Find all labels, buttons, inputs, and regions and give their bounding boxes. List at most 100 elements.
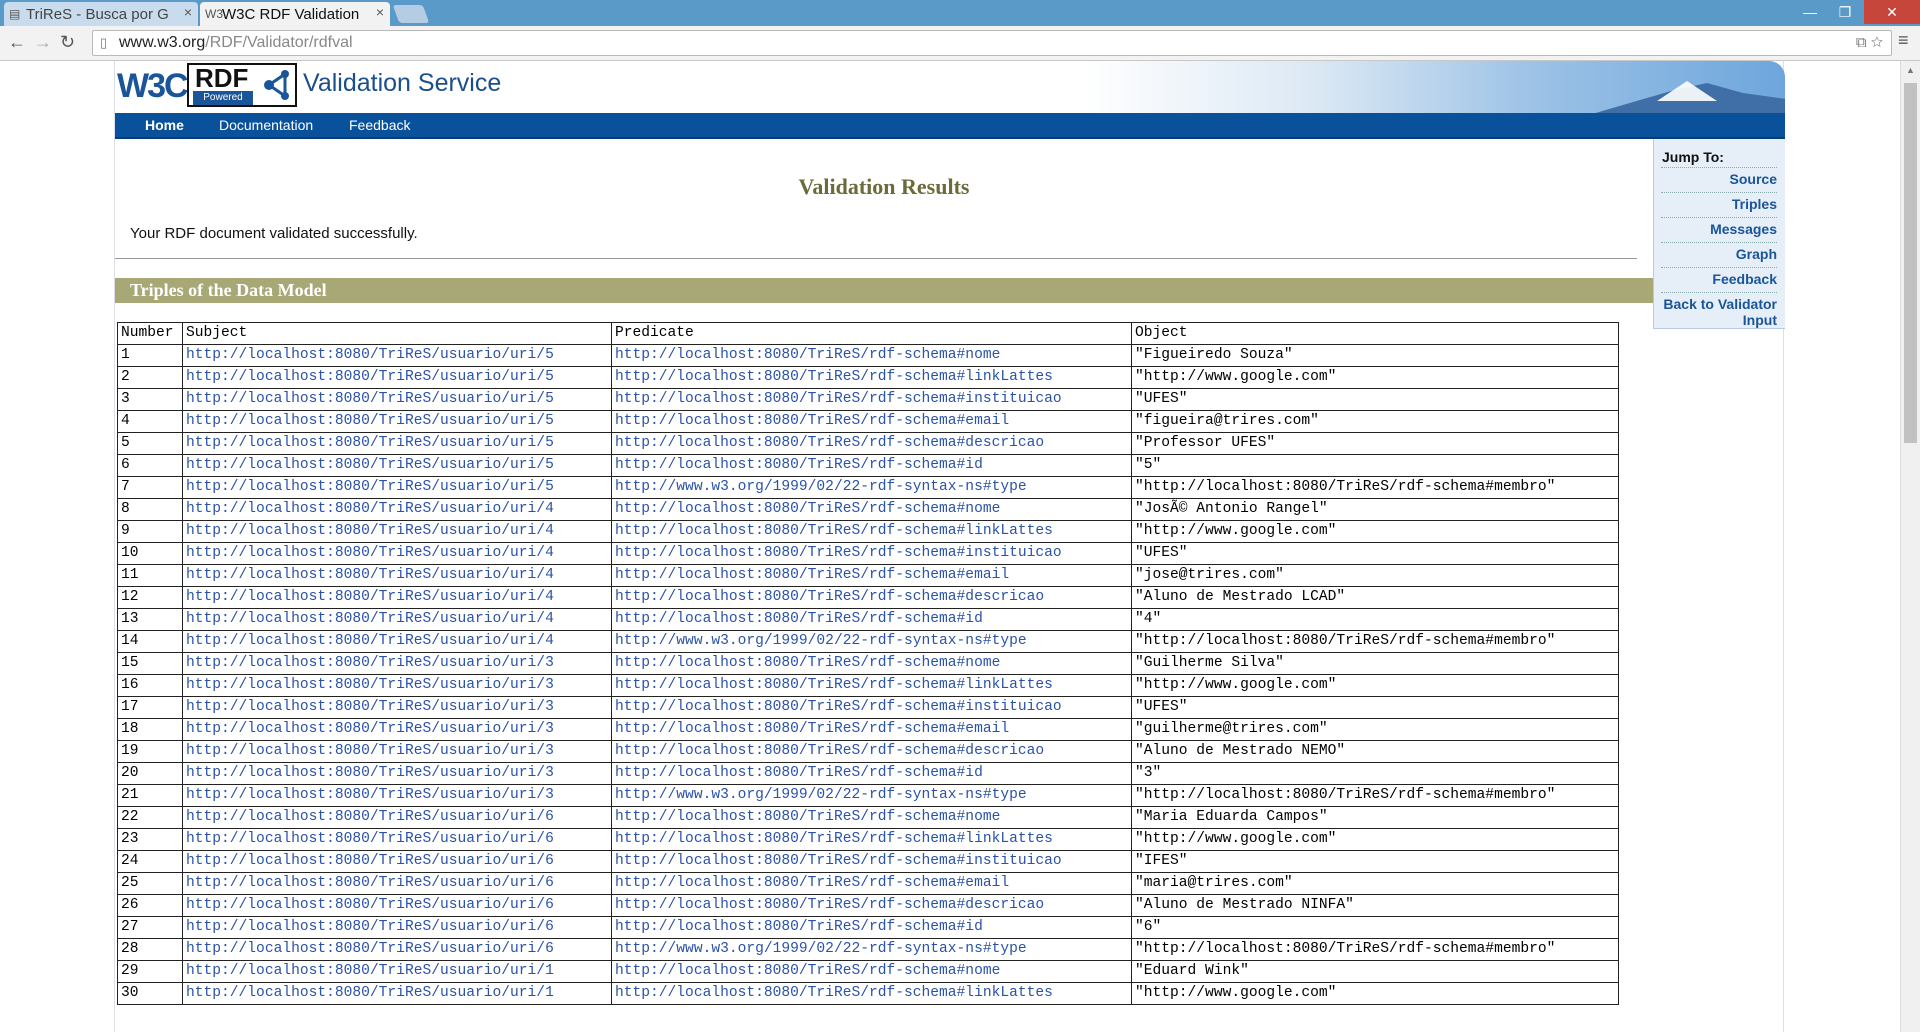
subject-link[interactable]: http://localhost:8080/TriReS/usuario/uri…: [186, 391, 554, 407]
predicate-link[interactable]: http://localhost:8080/TriReS/rdf-schema#…: [615, 435, 1044, 451]
predicate-link[interactable]: http://localhost:8080/TriReS/rdf-schema#…: [615, 501, 1000, 517]
subject-link[interactable]: http://localhost:8080/TriReS/usuario/uri…: [186, 523, 554, 539]
bookmark-star-icon[interactable]: ☆: [1871, 34, 1883, 51]
subject-link[interactable]: http://localhost:8080/TriReS/usuario/uri…: [186, 655, 554, 671]
subject-link[interactable]: http://localhost:8080/TriReS/usuario/uri…: [186, 347, 554, 363]
predicate-link[interactable]: http://www.w3.org/1999/02/22-rdf-syntax-…: [615, 633, 1027, 649]
predicate-link[interactable]: http://localhost:8080/TriReS/rdf-schema#…: [615, 347, 1000, 363]
subject-link[interactable]: http://localhost:8080/TriReS/usuario/uri…: [186, 567, 554, 583]
predicate-link[interactable]: http://localhost:8080/TriReS/rdf-schema#…: [615, 391, 1062, 407]
predicate-link[interactable]: http://localhost:8080/TriReS/rdf-schema#…: [615, 765, 983, 781]
predicate-link[interactable]: http://localhost:8080/TriReS/rdf-schema#…: [615, 809, 1000, 825]
subject-link[interactable]: http://localhost:8080/TriReS/usuario/uri…: [186, 809, 554, 825]
jump-triples-link[interactable]: Triples: [1661, 192, 1777, 212]
predicate-link[interactable]: http://www.w3.org/1999/02/22-rdf-syntax-…: [615, 479, 1027, 495]
subject-link[interactable]: http://localhost:8080/TriReS/usuario/uri…: [186, 875, 554, 891]
predicate-link[interactable]: http://localhost:8080/TriReS/rdf-schema#…: [615, 919, 983, 935]
cell-predicate: http://localhost:8080/TriReS/rdf-schema#…: [611, 498, 1132, 521]
predicate-link[interactable]: http://localhost:8080/TriReS/rdf-schema#…: [615, 567, 1009, 583]
subject-link[interactable]: http://localhost:8080/TriReS/usuario/uri…: [186, 963, 554, 979]
jump-feedback-link[interactable]: Feedback: [1661, 267, 1777, 287]
browser-tab-trires[interactable]: ▤ TriReS - Busca por G ×: [4, 2, 198, 26]
cell-object: "figueira@trires.com": [1131, 410, 1619, 433]
new-tab-button[interactable]: [392, 5, 430, 23]
subject-link[interactable]: http://localhost:8080/TriReS/usuario/uri…: [186, 457, 554, 473]
address-bar[interactable]: ▯ www.w3.org/RDF/Validator/rdfval ⧉ ☆: [92, 30, 1892, 56]
nav-documentation-link[interactable]: Documentation: [219, 117, 313, 133]
reload-icon[interactable]: ↻: [60, 32, 75, 53]
subject-link[interactable]: http://localhost:8080/TriReS/usuario/uri…: [186, 919, 554, 935]
cell-object: "Maria Eduarda Campos": [1131, 806, 1619, 829]
subject-link[interactable]: http://localhost:8080/TriReS/usuario/uri…: [186, 831, 554, 847]
subject-link[interactable]: http://localhost:8080/TriReS/usuario/uri…: [186, 743, 554, 759]
table-row: 22 http://localhost:8080/TriReS/usuario/u…: [117, 806, 1619, 829]
w3c-logo[interactable]: W3C: [117, 67, 189, 106]
rdf-powered-logo[interactable]: RDF Powered: [187, 63, 297, 107]
predicate-link[interactable]: http://localhost:8080/TriReS/rdf-schema#…: [615, 699, 1062, 715]
predicate-link[interactable]: http://localhost:8080/TriReS/rdf-schema#…: [615, 523, 1053, 539]
predicate-link[interactable]: http://localhost:8080/TriReS/rdf-schema#…: [615, 963, 1000, 979]
subject-link[interactable]: http://localhost:8080/TriReS/usuario/uri…: [186, 589, 554, 605]
subject-link[interactable]: http://localhost:8080/TriReS/usuario/uri…: [186, 699, 554, 715]
predicate-link[interactable]: http://localhost:8080/TriReS/rdf-schema#…: [615, 369, 1053, 385]
subject-link[interactable]: http://localhost:8080/TriReS/usuario/uri…: [186, 853, 554, 869]
predicate-link[interactable]: http://localhost:8080/TriReS/rdf-schema#…: [615, 545, 1062, 561]
cell-predicate: http://localhost:8080/TriReS/rdf-schema#…: [611, 454, 1132, 477]
predicate-link[interactable]: http://localhost:8080/TriReS/rdf-schema#…: [615, 611, 983, 627]
scrollbar-thumb[interactable]: [1904, 83, 1917, 443]
browser-tab-w3c[interactable]: W3 W3C RDF Validation ×: [200, 2, 390, 26]
predicate-link[interactable]: http://localhost:8080/TriReS/rdf-schema#…: [615, 875, 1009, 891]
jump-source-link[interactable]: Source: [1661, 167, 1777, 187]
translate-icon[interactable]: ⧉: [1856, 34, 1867, 51]
maximize-icon[interactable]: ❐: [1823, 0, 1867, 24]
subject-link[interactable]: http://localhost:8080/TriReS/usuario/uri…: [186, 765, 554, 781]
subject-link[interactable]: http://localhost:8080/TriReS/usuario/uri…: [186, 787, 554, 803]
subject-link[interactable]: http://localhost:8080/TriReS/usuario/uri…: [186, 501, 554, 517]
cell-subject: http://localhost:8080/TriReS/usuario/uri…: [182, 630, 612, 653]
scroll-up-arrow-icon[interactable]: ▲: [1906, 65, 1915, 75]
back-arrow-icon[interactable]: ←: [8, 32, 26, 53]
close-tab-icon[interactable]: ×: [184, 4, 192, 20]
predicate-link[interactable]: http://localhost:8080/TriReS/rdf-schema#…: [615, 721, 1009, 737]
nav-feedback-link[interactable]: Feedback: [349, 117, 410, 133]
predicate-link[interactable]: http://localhost:8080/TriReS/rdf-schema#…: [615, 457, 983, 473]
subject-link[interactable]: http://localhost:8080/TriReS/usuario/uri…: [186, 985, 554, 1001]
subject-link[interactable]: http://localhost:8080/TriReS/usuario/uri…: [186, 479, 554, 495]
predicate-link[interactable]: http://www.w3.org/1999/02/22-rdf-syntax-…: [615, 941, 1027, 957]
predicate-link[interactable]: http://localhost:8080/TriReS/rdf-schema#…: [615, 677, 1053, 693]
predicate-link[interactable]: http://localhost:8080/TriReS/rdf-schema#…: [615, 743, 1044, 759]
predicate-link[interactable]: http://www.w3.org/1999/02/22-rdf-syntax-…: [615, 787, 1027, 803]
nav-home-link[interactable]: Home: [145, 117, 184, 133]
window-close-icon[interactable]: ✕: [1864, 0, 1920, 24]
predicate-link[interactable]: http://localhost:8080/TriReS/rdf-schema#…: [615, 853, 1062, 869]
subject-link[interactable]: http://localhost:8080/TriReS/usuario/uri…: [186, 369, 554, 385]
subject-link[interactable]: http://localhost:8080/TriReS/usuario/uri…: [186, 413, 554, 429]
tab-label: W3C RDF Validation: [222, 5, 360, 23]
jump-graph-link[interactable]: Graph: [1661, 242, 1777, 262]
vertical-scrollbar[interactable]: ▲: [1900, 61, 1920, 1032]
menu-icon[interactable]: ≡: [1898, 30, 1909, 51]
subject-link[interactable]: http://localhost:8080/TriReS/usuario/uri…: [186, 545, 554, 561]
subject-link[interactable]: http://localhost:8080/TriReS/usuario/uri…: [186, 633, 554, 649]
forward-arrow-icon[interactable]: →: [34, 32, 52, 53]
predicate-link[interactable]: http://localhost:8080/TriReS/rdf-schema#…: [615, 413, 1009, 429]
subject-link[interactable]: http://localhost:8080/TriReS/usuario/uri…: [186, 941, 554, 957]
jump-messages-link[interactable]: Messages: [1661, 217, 1777, 237]
subject-link[interactable]: http://localhost:8080/TriReS/usuario/uri…: [186, 677, 554, 693]
predicate-link[interactable]: http://localhost:8080/TriReS/rdf-schema#…: [615, 985, 1053, 1001]
subject-link[interactable]: http://localhost:8080/TriReS/usuario/uri…: [186, 435, 554, 451]
jump-back-to-validator-link[interactable]: Back to Validator Input: [1661, 292, 1777, 328]
cell-object: "http://www.google.com": [1131, 674, 1619, 697]
close-tab-icon[interactable]: ×: [376, 4, 384, 20]
cell-number: 16: [117, 674, 183, 697]
subject-link[interactable]: http://localhost:8080/TriReS/usuario/uri…: [186, 721, 554, 737]
predicate-link[interactable]: http://localhost:8080/TriReS/rdf-schema#…: [615, 589, 1044, 605]
cell-object: "JosÃ© Antonio Rangel": [1131, 498, 1619, 521]
predicate-link[interactable]: http://localhost:8080/TriReS/rdf-schema#…: [615, 655, 1000, 671]
cell-object: "Figueiredo Souza": [1131, 344, 1619, 367]
predicate-link[interactable]: http://localhost:8080/TriReS/rdf-schema#…: [615, 831, 1053, 847]
subject-link[interactable]: http://localhost:8080/TriReS/usuario/uri…: [186, 611, 554, 627]
subject-link[interactable]: http://localhost:8080/TriReS/usuario/uri…: [186, 897, 554, 913]
cell-predicate: http://localhost:8080/TriReS/rdf-schema#…: [611, 916, 1132, 939]
predicate-link[interactable]: http://localhost:8080/TriReS/rdf-schema#…: [615, 897, 1044, 913]
